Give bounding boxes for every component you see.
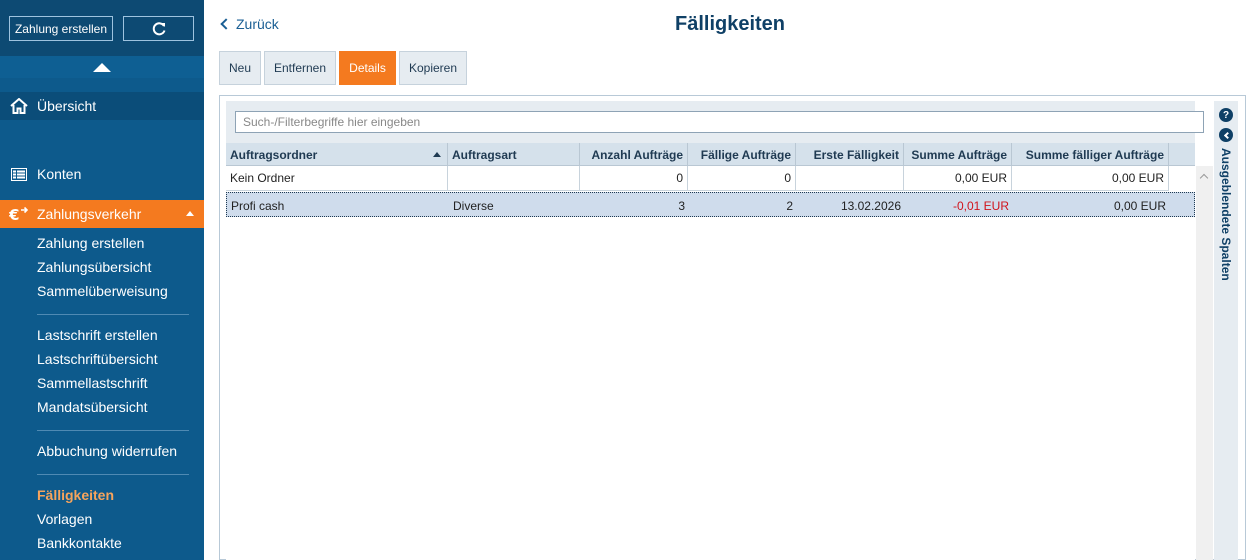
- sidebar-subitem-templates[interactable]: Vorlagen: [37, 511, 92, 528]
- sidebar-subitem-revoke-debit[interactable]: Abbuchung widerrufen: [37, 443, 177, 460]
- column-header-first-due[interactable]: Erste Fälligkeit: [796, 143, 904, 166]
- sidebar-divider: [37, 474, 189, 475]
- table-row[interactable]: Kein Ordner 0 0 0,00 EUR 0,00 EUR: [226, 166, 1195, 191]
- create-payment-button[interactable]: Zahlung erstellen: [9, 16, 113, 41]
- table-cell-negative: -0,01 EUR: [952, 198, 1009, 213]
- details-button[interactable]: Details: [339, 51, 396, 85]
- table-body: Kein Ordner 0 0 0,00 EUR 0,00 EUR Profi …: [226, 166, 1195, 560]
- sidebar-subitem-bank-contacts[interactable]: Bankkontakte: [37, 535, 122, 552]
- sidebar-top: Zahlung erstellen: [0, 0, 204, 56]
- list-icon: [9, 164, 29, 184]
- sidebar-item-overview[interactable]: Übersicht: [0, 92, 204, 120]
- table-cell: 13.02.2026: [840, 198, 901, 213]
- new-button[interactable]: Neu: [219, 51, 261, 85]
- column-header-sum-orders[interactable]: Summe Aufträge: [904, 143, 1012, 166]
- column-header-order-count[interactable]: Anzahl Aufträge: [580, 143, 688, 166]
- sidebar-divider: [37, 430, 189, 431]
- back-link[interactable]: Zurück: [220, 16, 279, 32]
- collapse-left-icon[interactable]: [1219, 128, 1233, 142]
- table-row-selected[interactable]: Profi cash Diverse 3 2 13.02.2026 -0,01 …: [226, 192, 1195, 217]
- scroll-up-icon[interactable]: [1199, 173, 1209, 183]
- sidebar-item-label: Konten: [37, 166, 82, 182]
- column-header-order-folder[interactable]: Auftragsordner: [226, 143, 448, 166]
- table-cell: [796, 166, 904, 191]
- sidebar-subitem-mandate-overview[interactable]: Mandatsübersicht: [37, 399, 148, 416]
- caret-up-icon: [93, 62, 111, 72]
- sidebar: Zahlung erstellen Übersicht Konten € Zah…: [0, 0, 204, 560]
- back-label: Zurück: [236, 16, 279, 32]
- search-input[interactable]: [235, 111, 1204, 133]
- page-title: Fälligkeiten: [674, 13, 786, 35]
- table-cell: 3: [678, 198, 685, 213]
- chevron-left-icon: [220, 18, 232, 30]
- table-cell: 0,00 EUR: [1113, 198, 1166, 213]
- home-icon: [9, 96, 29, 116]
- copy-button[interactable]: Kopieren: [399, 51, 467, 85]
- column-header-label: Auftragsordner: [230, 147, 318, 162]
- column-header-order-type[interactable]: Auftragsart: [448, 143, 580, 166]
- sidebar-divider: [37, 314, 189, 315]
- caret-up-icon: [186, 211, 194, 216]
- sidebar-item-label: Zahlungsverkehr: [37, 206, 142, 222]
- table-cell: [448, 166, 580, 191]
- sidebar-subitem-bulk-debit[interactable]: Sammellastschrift: [37, 375, 147, 392]
- sidebar-subitem-debit-overview[interactable]: Lastschriftübersicht: [37, 351, 158, 368]
- remove-button[interactable]: Entfernen: [264, 51, 336, 85]
- sidebar-subitem-due-dates[interactable]: Fälligkeiten: [37, 487, 114, 504]
- table-cell: 0: [580, 166, 688, 191]
- sidebar-item-payments[interactable]: € Zahlungsverkehr: [0, 200, 204, 228]
- vertical-scrollbar[interactable]: [1196, 166, 1213, 560]
- column-header-sum-due[interactable]: Summe fälliger Aufträge: [1012, 143, 1169, 166]
- sidebar-subitem-create-debit[interactable]: Lastschrift erstellen: [37, 327, 158, 344]
- table-cell: 0,00 EUR: [904, 166, 1012, 191]
- sidebar-subitem-bulk-transfer[interactable]: Sammelüberweisung: [37, 283, 168, 300]
- sidebar-item-accounts[interactable]: Konten: [0, 160, 204, 188]
- table-cell: Diverse: [453, 198, 494, 213]
- table-cell: 0,00 EUR: [1012, 166, 1169, 191]
- euro-transfer-icon: €: [9, 204, 29, 224]
- refresh-button[interactable]: [123, 16, 194, 41]
- table-cell: Profi cash: [231, 198, 285, 213]
- hidden-columns-toggle[interactable]: Ausgeblendete Spalten: [1219, 148, 1233, 281]
- sidebar-collapse-toggle[interactable]: [0, 56, 204, 78]
- table-cell: 2: [786, 198, 793, 213]
- refresh-icon: [152, 21, 165, 35]
- table-header: Auftragsordner Auftragsart Anzahl Aufträ…: [226, 143, 1195, 166]
- sidebar-item-label: Übersicht: [37, 98, 97, 114]
- sidebar-subitem-payment-overview[interactable]: Zahlungsübersicht: [37, 259, 151, 276]
- svg-text:€: €: [9, 206, 19, 222]
- sort-ascending-icon: [433, 152, 441, 157]
- column-header-due-count[interactable]: Fällige Aufträge: [688, 143, 796, 166]
- table-cell: 0: [688, 166, 796, 191]
- help-icon[interactable]: ?: [1219, 108, 1233, 122]
- sidebar-subitem-create-payment[interactable]: Zahlung erstellen: [37, 235, 144, 252]
- table-cell: Kein Ordner: [226, 166, 448, 191]
